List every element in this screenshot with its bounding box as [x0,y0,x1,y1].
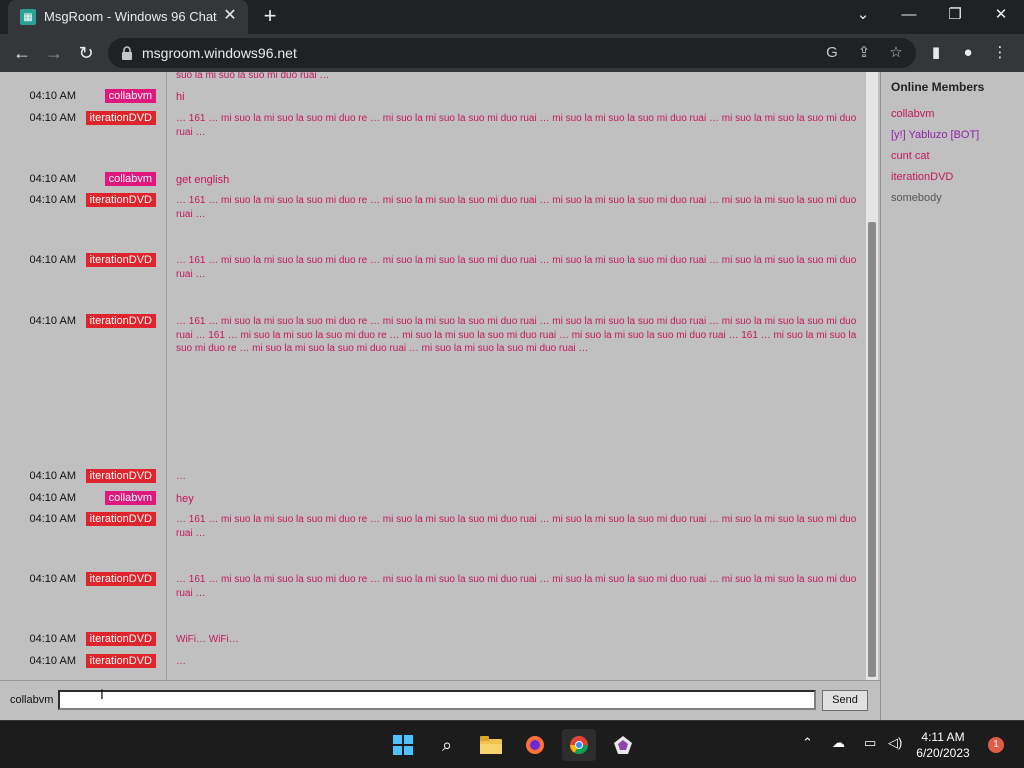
message-text: hi [176,91,185,103]
message-nick[interactable]: iterationDVD [85,314,156,328]
close-window-button[interactable]: ✕ [978,0,1024,30]
message-time: 04:10 AM [29,573,76,585]
cloud-offline-icon[interactable]: ☁ [832,735,845,751]
message-text: … 161 … mi suo la mi suo la suo mi duo r… [176,195,857,220]
message-text: … 161 … mi suo la mi suo la suo mi duo r… [176,316,857,354]
reload-button[interactable]: ↻ [72,39,100,67]
taskbar-clock[interactable]: 4:11 AM 6/20/2023 [908,729,978,761]
message-input[interactable] [58,690,816,710]
member-item[interactable]: cunt cat [891,150,930,162]
close-tab-icon[interactable]: ✕ [220,6,240,26]
message-nick[interactable]: iterationDVD [85,512,156,526]
message-text: … [176,471,186,482]
tab-title: MsgRoom - Windows 96 Chat [44,9,217,24]
message-time: 04:10 AM [29,513,76,525]
tab-msgroom[interactable]: ▦ MsgRoom - Windows 96 Chat ✕ [8,0,248,34]
back-button[interactable]: ← [8,39,36,67]
member-item[interactable]: collabvm [891,108,934,120]
chrome-icon[interactable] [562,729,596,761]
message-time: 04:10 AM [29,254,76,266]
message-nick[interactable]: collabvm [104,89,156,103]
browser-toolbar: ← → ↻ msgroom.windows96.net G ⇪ ☆ ▮ ● ⋮ [0,34,1024,72]
message-nick[interactable]: iterationDVD [85,632,156,646]
message-time: 04:10 AM [29,112,76,124]
composer-username: collabvm [10,694,54,706]
member-item[interactable]: [y!] Yabluzo [BOT] [891,129,979,141]
message-time: 04:10 AM [29,194,76,206]
msgroom-page: suo la mi suo la suo mi duo ruai … 04:10… [0,72,1024,720]
message-time: 04:10 AM [29,173,76,185]
message-nick[interactable]: iterationDVD [85,193,156,207]
lock-icon[interactable] [120,45,134,61]
volume-icon[interactable]: ◁) [888,735,902,751]
message-text: … 161 … mi suo la mi suo la suo mi duo r… [176,255,857,280]
message-nick[interactable]: iterationDVD [85,654,156,668]
menu-kebab-icon[interactable]: ⋮ [990,43,1010,63]
url-text: msgroom.windows96.net [142,45,297,61]
member-item[interactable]: iterationDVD [891,171,953,183]
network-icon[interactable]: ▭ [864,735,876,751]
message-time: 04:10 AM [29,470,76,482]
message-time: 04:10 AM [29,492,76,504]
message-time: 04:10 AM [29,315,76,327]
chat-top-fragment: suo la mi suo la suo mi duo ruai … [176,72,330,81]
firefox-icon[interactable] [518,729,552,761]
message-nick[interactable]: iterationDVD [85,469,156,483]
message-text: WiFi… WiFi… [176,634,239,645]
message-nick[interactable]: collabvm [104,491,156,505]
message-time: 04:10 AM [29,90,76,102]
file-explorer-icon[interactable] [474,729,508,761]
message-time: 04:10 AM [29,655,76,667]
chat-scrollbar[interactable] [866,72,878,680]
message-text: … 161 … mi suo la mi suo la suo mi duo r… [176,574,857,599]
share-icon[interactable]: ⇪ [854,43,874,63]
address-bar[interactable]: msgroom.windows96.net G ⇪ ☆ [108,38,916,68]
message-nick[interactable]: collabvm [104,172,156,186]
message-text: … 161 … mi suo la mi suo la suo mi duo r… [176,113,857,138]
clock-date: 6/20/2023 [916,746,970,760]
members-title: Online Members [891,80,985,94]
clock-time: 4:11 AM [921,730,965,744]
forward-button[interactable]: → [40,39,68,67]
tab-strip: ▦ MsgRoom - Windows 96 Chat ✕ + ⌄ — ❐ ✕ [0,0,1024,34]
message-text: … [176,656,186,667]
bookmark-star-icon[interactable]: ☆ [886,43,906,63]
tray-chevron-up-icon[interactable]: ⌃ [802,735,813,751]
chat-log: suo la mi suo la suo mi duo ruai … 04:10… [0,72,866,680]
chat-divider [166,72,167,680]
scrollbar-thumb[interactable] [868,222,876,677]
side-panel-icon[interactable]: ▮ [926,43,946,63]
start-icon[interactable] [386,729,420,761]
tab-search-icon[interactable]: ⌄ [840,0,886,30]
notification-badge[interactable]: 1 [988,737,1004,753]
send-button[interactable]: Send [822,690,868,711]
message-text: hey [176,493,194,505]
google-lens-icon[interactable]: G [822,43,842,63]
restore-button[interactable]: ❐ [932,0,978,30]
windows-taskbar: ⌕ ⌃ ☁ ▭ ◁) 4:11 AM 6/20/2023 1 [0,720,1024,768]
search-icon[interactable]: ⌕ [430,729,464,761]
text-cursor-icon: I [100,686,104,702]
message-text: get english [176,174,230,186]
minimize-button[interactable]: — [886,0,932,30]
message-time: 04:10 AM [29,633,76,645]
member-item[interactable]: somebody [891,192,942,204]
new-tab-button[interactable]: + [258,4,282,28]
message-text: … 161 … mi suo la mi suo la suo mi duo r… [176,514,857,539]
app-pentagon-icon[interactable] [606,729,640,761]
message-nick[interactable]: iterationDVD [85,572,156,586]
msgroom-favicon-icon: ▦ [20,9,36,25]
online-members-panel: Online Members collabvm [y!] Yabluzo [BOT… [880,72,1024,720]
message-nick[interactable]: iterationDVD [85,111,156,125]
profile-avatar-icon[interactable]: ● [958,43,978,63]
message-nick[interactable]: iterationDVD [85,253,156,267]
composer: collabvm Send [0,680,880,720]
